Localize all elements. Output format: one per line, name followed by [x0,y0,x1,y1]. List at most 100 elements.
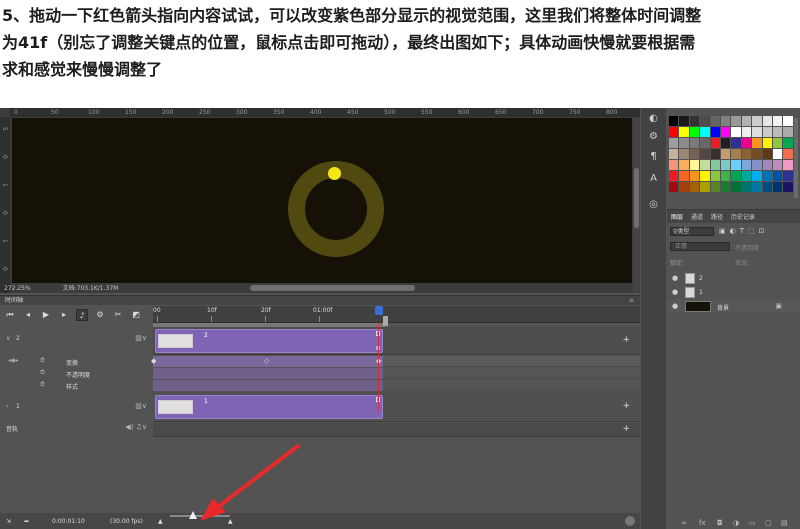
color-swatch[interactable] [710,171,720,181]
color-swatch[interactable] [731,171,741,181]
color-swatch[interactable] [669,160,679,170]
color-swatch[interactable] [762,127,772,137]
layer-name[interactable]: 背景 [717,303,729,312]
color-swatch[interactable] [700,182,710,192]
previous-frame-icon[interactable]: ◂ [22,309,34,321]
keyframe-nav-icon[interactable]: ◂◆▸ [8,357,19,364]
color-swatch[interactable] [720,127,731,137]
expand-arrow-icon[interactable]: › [6,403,8,410]
color-swatch[interactable] [720,160,731,170]
filter-icons[interactable]: ▣◐T⬚⊡ [719,227,768,235]
color-swatch[interactable] [700,138,710,148]
color-swatch[interactable] [669,127,679,137]
color-swatch[interactable] [772,160,783,170]
zoom-in-icon[interactable]: ▲ [228,518,233,525]
track-name[interactable]: 1 [16,403,20,410]
color-swatch[interactable] [679,127,689,137]
color-swatch[interactable] [710,127,720,137]
layer-filter-select[interactable]: ♀类型 [670,227,714,236]
panel-menu-icon[interactable]: ≡ [629,296,634,305]
layer-name[interactable]: 1 [699,289,703,296]
brush-settings-icon[interactable]: ◎ [646,198,661,211]
fx-icon[interactable]: fx [699,519,706,527]
transition-icon[interactable]: ◩ [130,309,142,321]
color-swatch[interactable] [741,127,752,137]
color-panel-icon[interactable]: ◐ [646,112,661,125]
play-icon[interactable]: ▶ [40,309,52,321]
add-audio-icon[interactable]: + [622,424,630,434]
color-swatch[interactable] [679,149,689,159]
color-swatch[interactable] [720,171,731,181]
tab-channels[interactable]: 通道 [691,212,703,221]
color-swatch[interactable] [689,138,700,148]
color-swatch[interactable] [772,116,783,126]
color-swatch[interactable] [689,160,700,170]
character-icon[interactable]: A [646,172,661,185]
color-swatch[interactable] [700,127,710,137]
canvas-horizontal-scrollbar[interactable] [250,285,415,291]
collapse-arrow-icon[interactable]: ∨ [6,335,10,342]
layer-row[interactable]: ● 背景 ▣ [667,300,800,313]
color-swatch[interactable] [700,171,710,181]
zoom-level[interactable]: 272.25% [4,285,31,292]
color-swatch[interactable] [762,160,772,170]
document-canvas[interactable] [12,118,632,283]
color-swatch[interactable] [689,149,700,159]
color-swatch[interactable] [741,171,752,181]
color-swatch[interactable] [752,171,762,181]
convert-icon[interactable]: ⇲ [6,518,11,525]
color-swatch[interactable] [752,116,762,126]
color-swatch[interactable] [772,171,783,181]
color-swatch[interactable] [762,182,772,192]
link-layers-icon[interactable]: ∞ [681,519,687,527]
color-swatch[interactable] [710,149,720,159]
color-swatch[interactable] [762,138,772,148]
color-swatch[interactable] [783,149,793,159]
color-swatch[interactable] [783,127,793,137]
keyframe-icon[interactable]: ◇ [264,357,269,365]
new-layer-icon[interactable]: ▢ [765,519,772,527]
color-swatch[interactable] [700,149,710,159]
color-swatch[interactable] [669,138,679,148]
track-label-1[interactable]: › 1 ▥∨ [0,395,152,419]
color-swatch[interactable] [720,138,731,148]
color-swatch[interactable] [731,138,741,148]
add-media-icon[interactable]: + [622,335,630,345]
color-swatch[interactable] [741,149,752,159]
color-swatch[interactable] [669,182,679,192]
timecode[interactable]: 0:00:01:10 [52,518,85,525]
tab-paths[interactable]: 路径 [711,212,723,221]
stopwatch-icon[interactable]: ⏱ [40,357,45,365]
color-swatch[interactable] [783,116,793,126]
audio-toggle-icon[interactable]: ♪ [76,309,88,321]
delete-layer-icon[interactable]: ▤ [781,519,788,527]
color-swatch[interactable] [741,116,752,126]
color-swatch[interactable] [710,116,720,126]
color-swatch[interactable] [762,171,772,181]
color-swatch[interactable] [679,160,689,170]
audio-volume-icon[interactable]: ◀) ♫∨ [125,423,147,431]
doc-info[interactable]: 文档:703.1K/1.37M [63,285,119,292]
color-swatch[interactable] [679,138,689,148]
playhead-handle[interactable] [375,306,383,315]
color-swatch[interactable] [741,138,752,148]
keyframe-icon[interactable]: ◆ [151,357,156,365]
filmstrip-icon[interactable]: ▥∨ [135,402,147,410]
stopwatch-icon[interactable]: ⏱ [40,381,45,389]
color-swatch[interactable] [700,116,710,126]
color-swatch[interactable] [783,138,793,148]
go-first-frame-icon[interactable]: ⏮ [4,309,16,321]
layer-row[interactable]: ● 2 [667,272,800,285]
color-swatch[interactable] [752,138,762,148]
visibility-eye-icon[interactable]: ● [672,288,678,296]
tab-layers[interactable]: 图层 [671,212,683,221]
color-swatch[interactable] [700,160,710,170]
track-label-2[interactable]: ∨ 2 ▥∨ [0,329,152,353]
clip-2[interactable]: 2 [155,329,383,353]
color-swatch[interactable] [752,182,762,192]
work-area-end-handle[interactable] [383,316,388,326]
color-swatch[interactable] [752,127,762,137]
color-swatch[interactable] [679,171,689,181]
layer-row[interactable]: ● 1 [667,286,800,299]
color-swatch[interactable] [772,138,783,148]
